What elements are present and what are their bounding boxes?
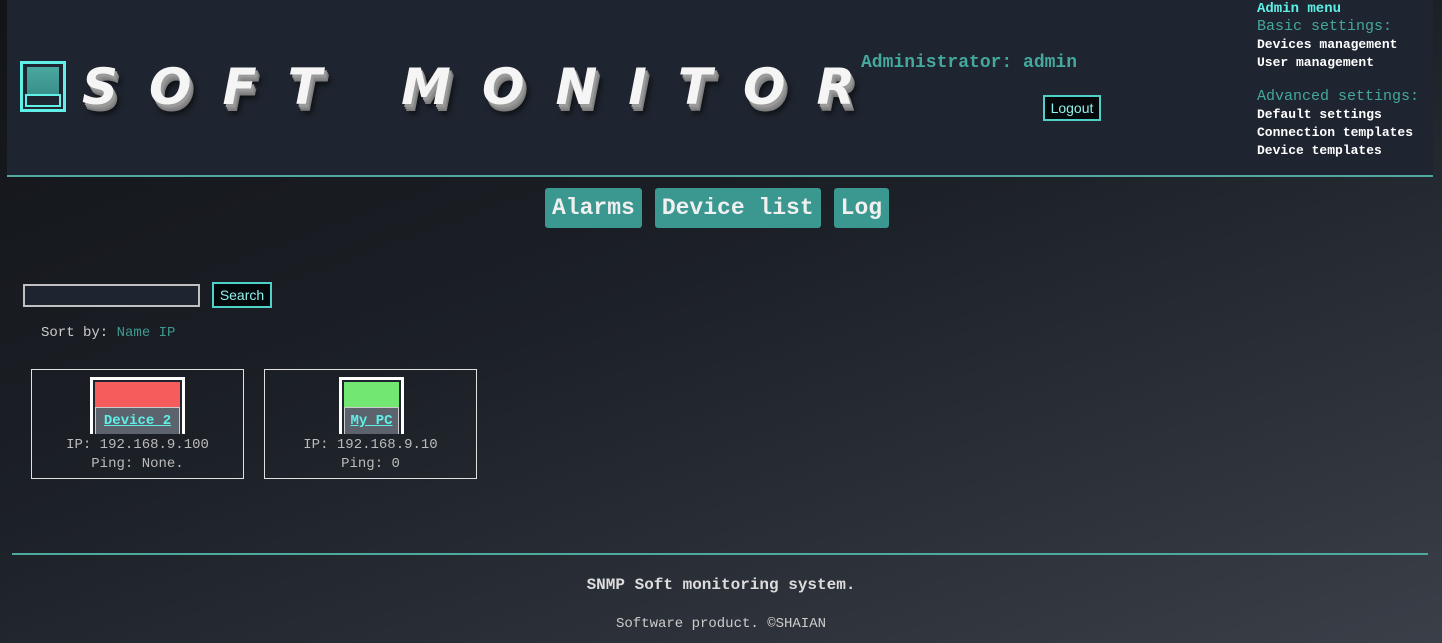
advanced-settings-heading: Advanced settings: bbox=[1257, 88, 1420, 105]
nav-log[interactable]: Log bbox=[833, 188, 890, 228]
status-indicator bbox=[95, 382, 180, 407]
menu-default-settings[interactable]: Default settings bbox=[1257, 106, 1419, 124]
device-ip: IP: 192.168.9.10 bbox=[303, 437, 438, 453]
search-input[interactable] bbox=[23, 284, 200, 307]
device-icon: My PC bbox=[339, 377, 404, 434]
admin-menu-title: Admin menu bbox=[1257, 1, 1342, 17]
nav-device-list[interactable]: Device list bbox=[654, 188, 821, 228]
device-ip: IP: 192.168.9.100 bbox=[66, 437, 209, 453]
status-indicator bbox=[344, 382, 399, 407]
admin-menu: Admin menu Basic settings: Devices manag… bbox=[1257, 0, 1419, 160]
main-nav: Alarms Device list Log bbox=[545, 188, 890, 228]
device-name-link[interactable]: Device 2 bbox=[95, 407, 180, 434]
sort-by-ip[interactable]: IP bbox=[159, 325, 176, 341]
sort-by-name[interactable]: Name bbox=[117, 325, 151, 341]
sort-bar: Sort by: Name IP bbox=[41, 325, 175, 341]
device-card: My PC IP: 192.168.9.10 Ping: 0 bbox=[264, 369, 477, 479]
footer-copyright: Software product. ©SHAIAN bbox=[615, 616, 827, 632]
device-card: Device 2 IP: 192.168.9.100 Ping: None. bbox=[31, 369, 244, 479]
nav-alarms[interactable]: Alarms bbox=[545, 188, 642, 228]
device-ping: Ping: None. bbox=[91, 456, 184, 472]
footer-title: SNMP Soft monitoring system. bbox=[586, 576, 856, 594]
basic-settings-heading: Basic settings: bbox=[1257, 18, 1393, 35]
logout-button[interactable]: Logout bbox=[1043, 95, 1101, 121]
menu-devices-management[interactable]: Devices management bbox=[1257, 36, 1419, 54]
menu-connection-templates[interactable]: Connection templates bbox=[1257, 124, 1419, 142]
header-divider bbox=[7, 175, 1433, 177]
menu-user-management[interactable]: User management bbox=[1257, 54, 1419, 72]
search-button[interactable]: Search bbox=[212, 282, 272, 308]
device-name-link[interactable]: My PC bbox=[344, 407, 399, 434]
administrator-label: Administrator: admin bbox=[861, 53, 1078, 73]
menu-device-templates[interactable]: Device templates bbox=[1257, 142, 1419, 160]
footer-divider bbox=[12, 553, 1428, 555]
logo-text: SOFT MONITOR bbox=[82, 58, 887, 116]
device-icon: Device 2 bbox=[90, 377, 185, 434]
sort-label: Sort by: bbox=[41, 325, 109, 341]
monitor-logo-icon bbox=[20, 61, 66, 112]
device-ping: Ping: 0 bbox=[341, 456, 400, 472]
